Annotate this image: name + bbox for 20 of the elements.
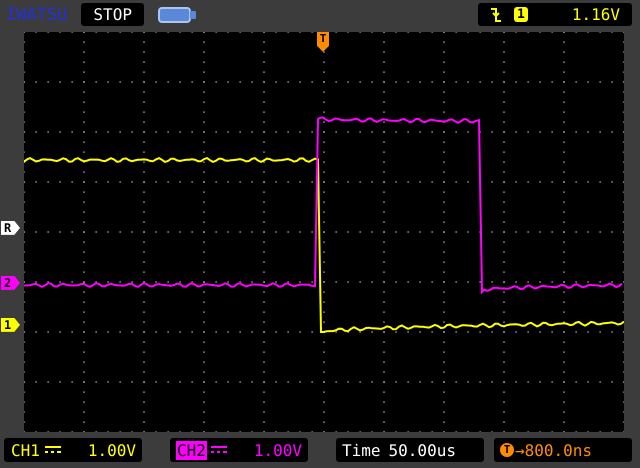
timebase-label: Time [342, 440, 381, 460]
trigger-position-marker: T [317, 32, 329, 52]
dc-coupling-icon [210, 445, 227, 456]
trigger-badge: T [500, 443, 514, 458]
timebase-value: 50.00us [388, 440, 456, 460]
channel-marker: 1 [1, 318, 20, 332]
channel-label: CH1 [10, 440, 41, 460]
run-state: STOP [81, 3, 144, 26]
dc-coupling-icon [44, 445, 61, 456]
channel-label: CH2 [176, 440, 207, 460]
channel-marker: 2 [1, 276, 20, 290]
channel-marker: R [1, 220, 20, 235]
trigger-channel: 1 [514, 7, 528, 22]
trigger-level: 1.16V [572, 5, 620, 24]
trigger-offset: →800.0ns [515, 440, 592, 460]
channel-volts: 1.00V [88, 440, 136, 460]
channel-volts: 1.00V [254, 440, 302, 460]
brand-logo: IWATSU [6, 4, 68, 25]
battery-icon [158, 6, 198, 24]
falling-edge-icon [490, 6, 502, 23]
